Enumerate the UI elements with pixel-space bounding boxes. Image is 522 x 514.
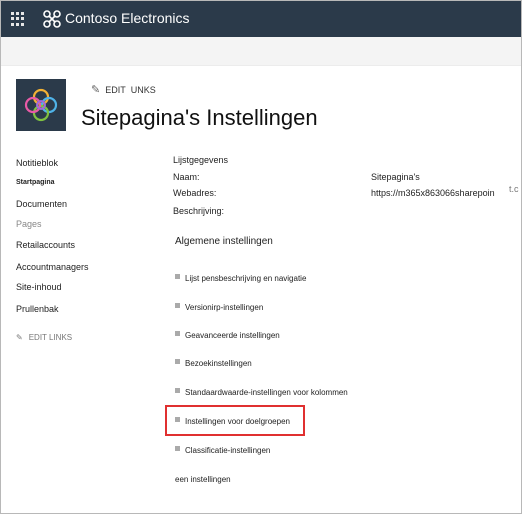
- bullet-icon: [175, 331, 180, 336]
- pencil-icon: ✎: [16, 333, 23, 342]
- edit-links-button[interactable]: ✎ EDIT LINKS: [16, 333, 72, 342]
- page-title: Sitepagina's Instellingen: [81, 105, 318, 130]
- waffle-icon[interactable]: [11, 12, 25, 26]
- name-label: Naam:: [173, 172, 200, 182]
- more-settings-link[interactable]: een instellingen: [175, 475, 231, 484]
- edit-links-label: EDIT LINKS: [28, 333, 73, 342]
- url-value: https://m365x863066sharepoin: [371, 188, 495, 198]
- nav-item-site-inhoud[interactable]: Site-inhoud: [16, 282, 62, 292]
- brand-name[interactable]: Contoso Electronics: [65, 10, 190, 26]
- url-label: Webadres:: [173, 188, 217, 198]
- command-bar: [1, 37, 521, 66]
- nav-item-notitieblok[interactable]: Notitieblok: [16, 158, 58, 168]
- bullet-icon: [175, 359, 180, 364]
- setting-link-list-name[interactable]: Lijst pensbeschrijving en navigatie: [185, 274, 306, 283]
- nav-item-pages[interactable]: Pages: [16, 219, 42, 229]
- suite-bar: Contoso Electronics: [1, 1, 521, 37]
- setting-link-column-defaults[interactable]: Standaardwaarde-instellingen voor kolomm…: [185, 388, 348, 397]
- bullet-icon: [175, 303, 180, 308]
- edit-links-top[interactable]: ✎ EDIT UNKS: [91, 83, 156, 96]
- window-frame: Contoso Electronics ✎ EDIT UNKS Sitepagi…: [0, 0, 522, 514]
- setting-link-classification[interactable]: Classificatie-instellingen: [185, 446, 270, 455]
- edit-label: EDIT: [105, 84, 126, 95]
- setting-link-visits[interactable]: Bezoekinstellingen: [185, 359, 252, 368]
- highlight-box: [165, 405, 305, 436]
- setting-link-advanced[interactable]: Geavanceerde instellingen: [185, 331, 280, 340]
- nav-item-prullenbak[interactable]: Prullenbak: [16, 304, 59, 314]
- bullet-icon: [175, 446, 180, 451]
- url-value-clipped: t.c: [509, 184, 519, 194]
- name-value: Sitepagina's: [371, 172, 420, 182]
- general-settings-heading: Algemene instellingen: [175, 236, 273, 247]
- links-label: UNKS: [130, 84, 156, 95]
- nav-item-documenten[interactable]: Documenten: [16, 199, 67, 209]
- nav-item-startpagina[interactable]: Startpagina: [16, 179, 55, 186]
- bullet-icon: [175, 388, 180, 393]
- list-info-heading: Lijstgegevens: [173, 155, 229, 165]
- description-label: Beschrijving:: [173, 206, 225, 216]
- nav-item-accountmanagers[interactable]: Accountmanagers: [16, 262, 89, 272]
- nav-item-retailaccounts[interactable]: Retailaccounts: [16, 240, 75, 250]
- bullet-icon: [175, 274, 180, 279]
- site-logo-icon: [24, 88, 58, 122]
- site-logo[interactable]: [16, 79, 66, 131]
- setting-link-versioning[interactable]: Versionirp-instellingen: [185, 303, 263, 312]
- pencil-icon: ✎: [91, 84, 101, 96]
- contoso-logo-icon: [43, 10, 61, 28]
